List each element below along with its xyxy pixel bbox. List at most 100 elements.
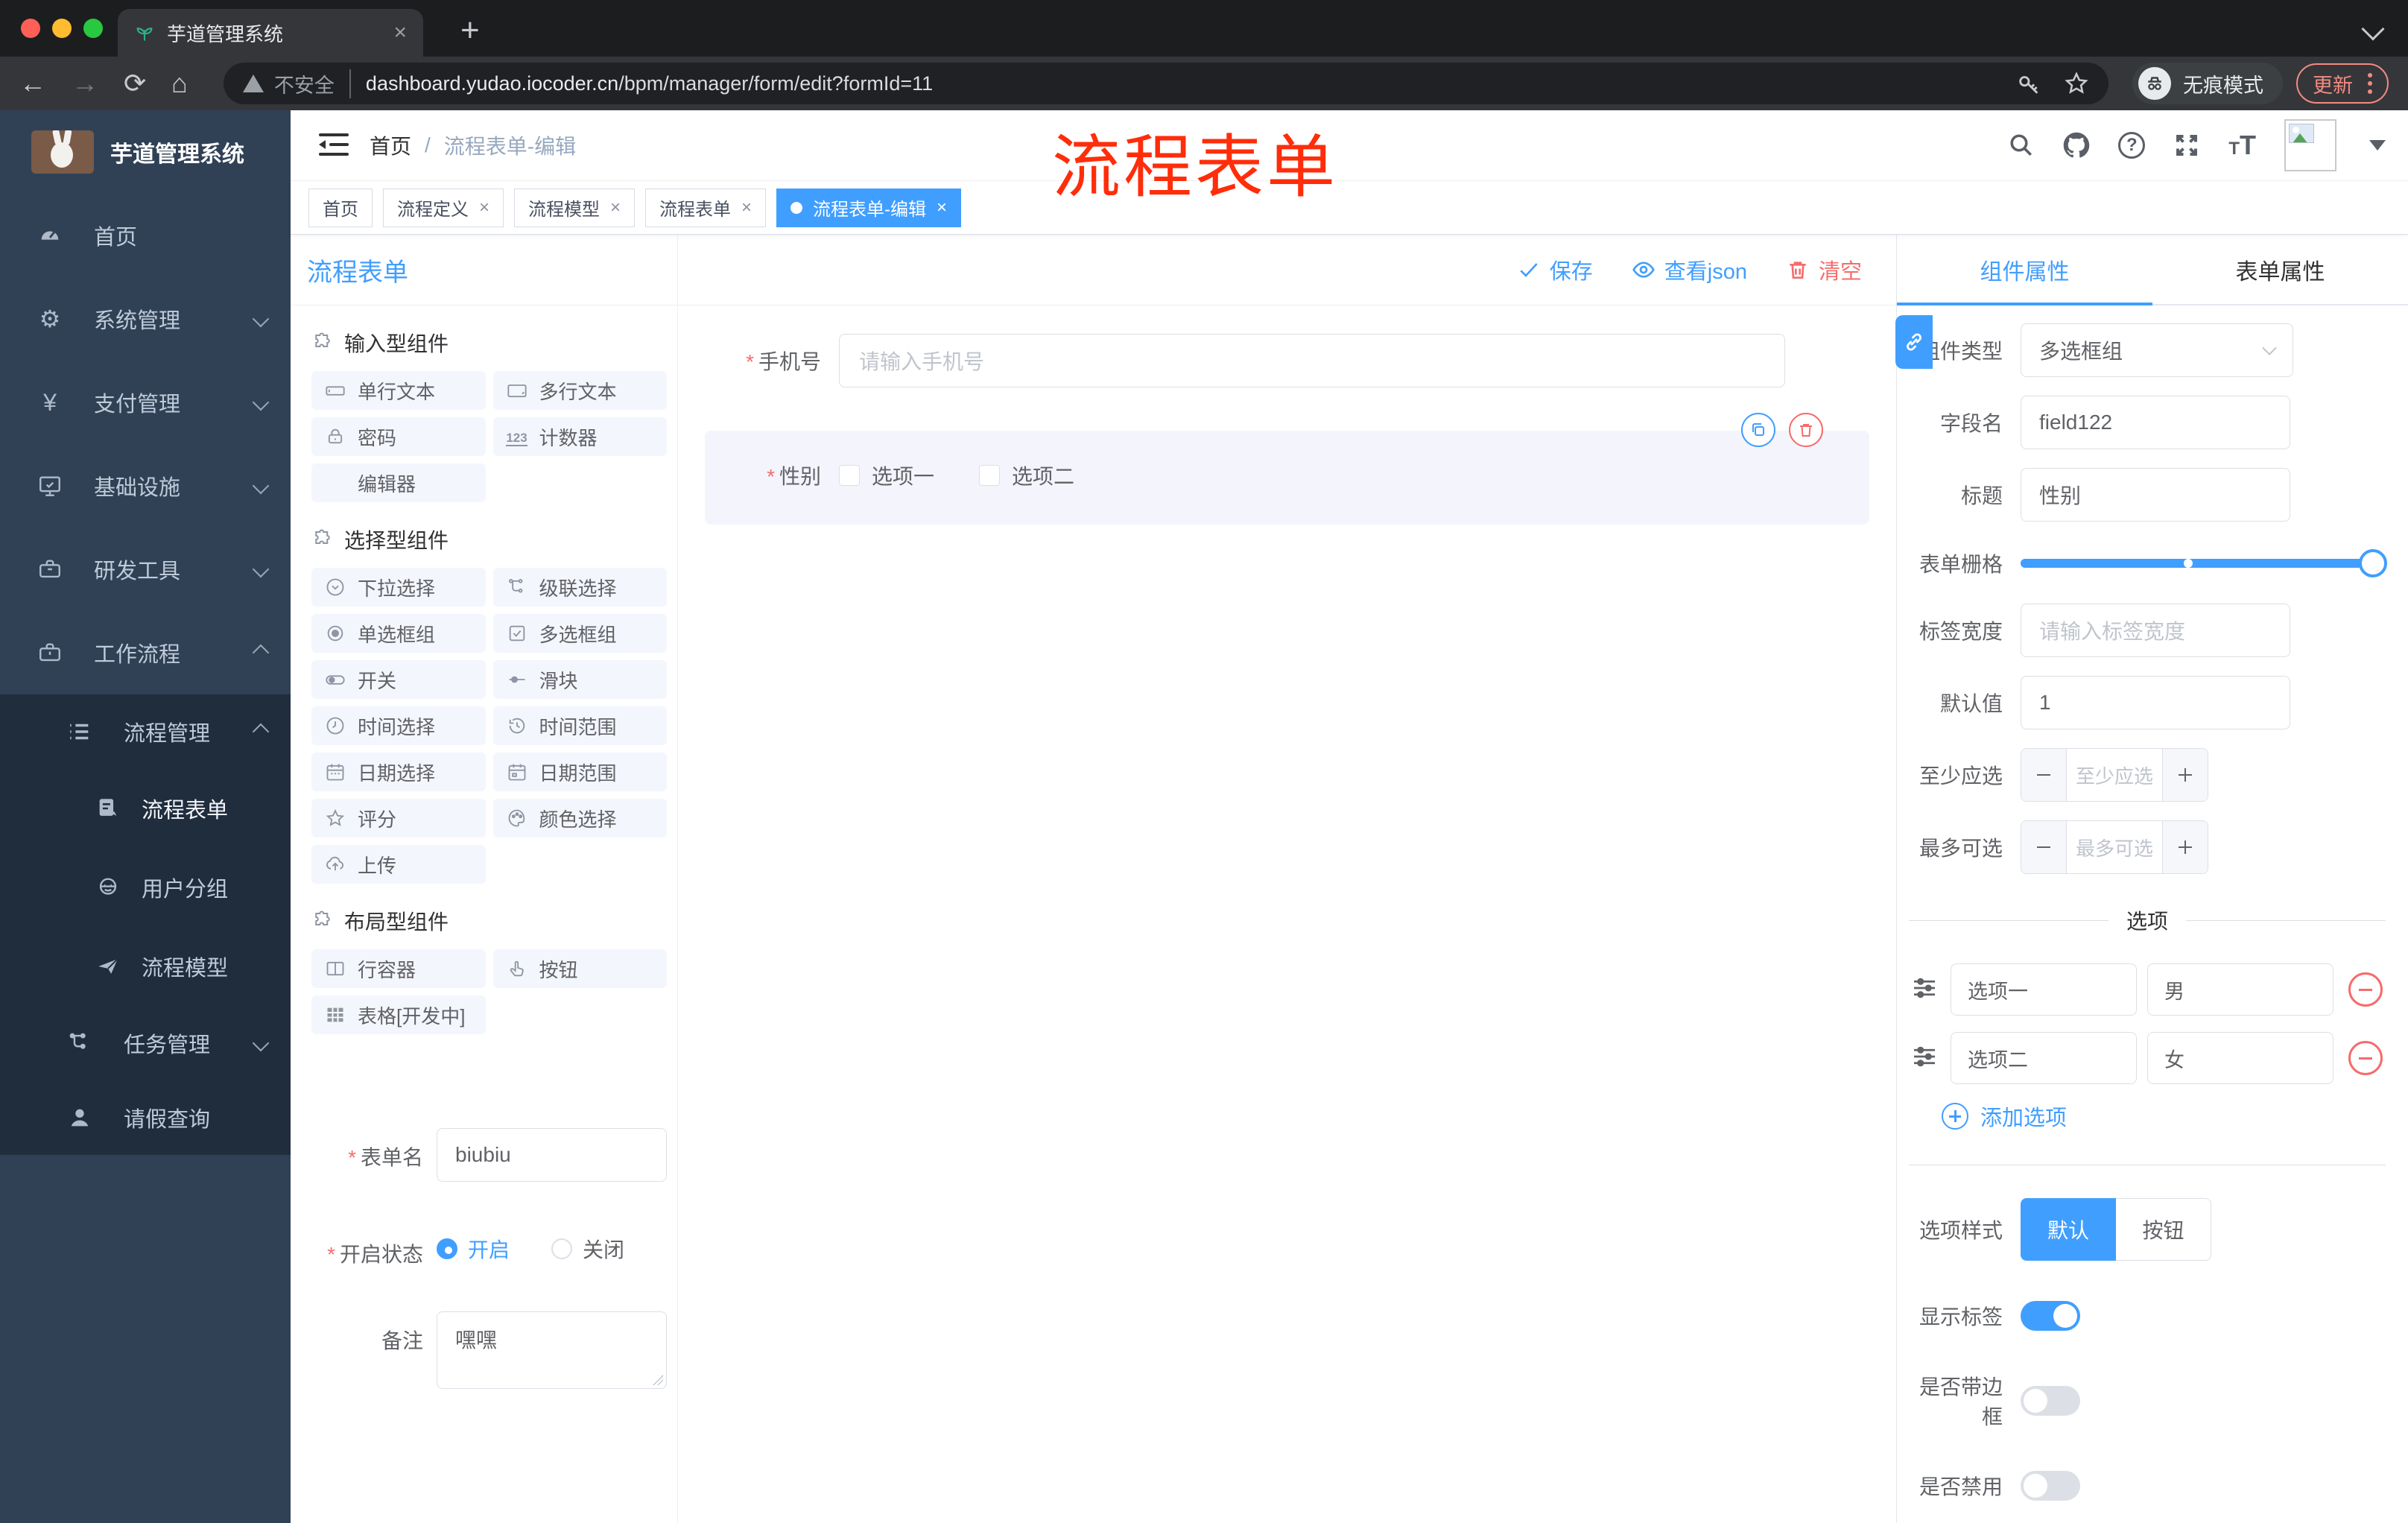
tag-process-definition[interactable]: 流程定义 ×: [383, 188, 504, 227]
gender-option-2[interactable]: 选项二: [979, 460, 1074, 490]
canvas-body[interactable]: * 手机号 请输入手机号 * 性别 选项一 选项二: [678, 305, 1896, 1523]
tab-form-props[interactable]: 表单属性: [2152, 235, 2408, 304]
bookmark-star-icon[interactable]: [2064, 71, 2089, 96]
remove-option-button[interactable]: [2348, 972, 2383, 1007]
field-name-input[interactable]: field122: [2021, 396, 2290, 449]
new-tab-button[interactable]: +: [460, 12, 480, 49]
sidebar-item-infrastructure[interactable]: 基础设施: [0, 444, 291, 528]
component-item-time-picker[interactable]: 时间选择: [311, 706, 486, 745]
view-json-button[interactable]: 查看json: [1632, 254, 1747, 285]
component-item-color-picker[interactable]: 颜色选择: [492, 799, 667, 838]
search-icon[interactable]: [2008, 132, 2035, 159]
option-label-input[interactable]: 选项二: [1951, 1032, 2137, 1084]
sidebar-item-workflow[interactable]: 工作流程: [0, 611, 291, 694]
sidebar-item-system[interactable]: ⚙ 系统管理: [0, 277, 291, 361]
avatar-caret-icon[interactable]: [2369, 140, 2386, 151]
copy-widget-button[interactable]: [1741, 413, 1775, 447]
tag-process-form-edit[interactable]: 流程表单-编辑 ×: [776, 188, 962, 227]
gender-field-widget-selected[interactable]: * 性别 选项一 选项二: [705, 413, 1869, 525]
github-icon[interactable]: [2063, 132, 2090, 159]
sidebar-item-leave-query[interactable]: 请假查询: [0, 1080, 291, 1155]
plus-icon[interactable]: [2163, 821, 2208, 873]
address-bar[interactable]: 不安全 dashboard.yudao.iocoder.cn/bpm/manag…: [223, 63, 2108, 104]
reload-icon[interactable]: ⟳: [124, 68, 146, 99]
help-icon[interactable]: ?: [2118, 132, 2146, 159]
tab-close-icon[interactable]: ×: [393, 22, 407, 44]
border-toggle[interactable]: [2021, 1386, 2080, 1416]
gender-option-1[interactable]: 选项一: [839, 460, 934, 490]
phone-field-widget[interactable]: * 手机号 请输入手机号: [705, 334, 1869, 387]
component-item-radio-group[interactable]: 单选框组: [311, 614, 486, 653]
form-grid-slider[interactable]: [2021, 549, 2387, 577]
back-icon[interactable]: ←: [19, 68, 46, 99]
style-default-button[interactable]: 默认: [2021, 1198, 2116, 1261]
browser-update-button[interactable]: 更新: [2296, 63, 2389, 104]
plus-icon[interactable]: [2163, 749, 2208, 801]
save-button[interactable]: 保存: [1517, 254, 1593, 285]
tag-close-icon[interactable]: ×: [741, 198, 752, 217]
zoom-window-button[interactable]: [83, 19, 103, 38]
phone-input[interactable]: 请输入手机号: [839, 334, 1785, 387]
checkbox-icon[interactable]: [979, 465, 1001, 486]
sidebar-item-user-groups[interactable]: 用户分组: [0, 848, 291, 927]
drag-handle-icon[interactable]: [1909, 1041, 1940, 1076]
home-icon[interactable]: ⌂: [171, 68, 188, 99]
sidebar-item-process-form[interactable]: 流程表单: [0, 769, 291, 848]
component-item-button[interactable]: 按钮: [492, 949, 667, 988]
sidebar-item-home[interactable]: 首页: [0, 194, 291, 277]
remove-option-button[interactable]: [2348, 1041, 2383, 1075]
forward-icon[interactable]: →: [72, 68, 98, 99]
drag-handle-icon[interactable]: [1909, 972, 1940, 1007]
collapse-sidebar-icon[interactable]: [319, 133, 349, 157]
option-label-input[interactable]: 选项一: [1951, 963, 2137, 1016]
sidebar-item-task-management[interactable]: 任务管理: [0, 1006, 291, 1080]
clear-button[interactable]: 清空: [1786, 254, 1862, 285]
sidebar-item-process-model[interactable]: 流程模型: [0, 927, 291, 1006]
sidebar-item-payment[interactable]: ¥ 支付管理: [0, 361, 291, 444]
component-item-counter[interactable]: 123 计数器: [492, 417, 667, 456]
avatar[interactable]: [2284, 119, 2336, 171]
component-item-switch[interactable]: 开关: [311, 660, 486, 699]
checkbox-icon[interactable]: [839, 465, 860, 486]
sidebar-item-process-management[interactable]: 流程管理: [0, 694, 291, 769]
password-key-icon[interactable]: [2016, 71, 2041, 96]
min-select-value[interactable]: 至少应选: [2066, 749, 2163, 801]
form-remark-textarea[interactable]: 嘿嘿: [437, 1311, 667, 1389]
tab-component-props[interactable]: 组件属性: [1897, 235, 2152, 305]
tag-close-icon[interactable]: ×: [479, 198, 489, 217]
tab-search-caret-icon[interactable]: [2361, 17, 2385, 41]
option-value-input[interactable]: 女: [2147, 1032, 2333, 1084]
component-item-single-line-text[interactable]: 单行文本: [311, 371, 486, 410]
tag-home[interactable]: 首页: [308, 188, 373, 227]
slider-handle[interactable]: [2359, 549, 2387, 577]
component-item-date-range[interactable]: 日期范围: [492, 753, 667, 791]
component-item-select[interactable]: 下拉选择: [311, 568, 486, 607]
component-item-rate[interactable]: 评分: [311, 799, 486, 838]
show-label-toggle[interactable]: [2021, 1301, 2080, 1331]
component-item-cascader[interactable]: 级联选择: [492, 568, 667, 607]
fullscreen-icon[interactable]: [2173, 132, 2200, 159]
style-button-button[interactable]: 按钮: [2116, 1198, 2211, 1261]
label-width-input[interactable]: 请输入标签宽度: [2021, 604, 2290, 657]
component-item-time-range[interactable]: 时间范围: [492, 706, 667, 745]
component-item-editor[interactable]: 编辑器: [311, 463, 486, 502]
browser-menu-icon[interactable]: [2368, 73, 2372, 94]
breadcrumb-home[interactable]: 首页: [370, 130, 411, 160]
option-value-input[interactable]: 男: [2147, 963, 2333, 1016]
component-type-select[interactable]: 多选框组: [2021, 323, 2293, 377]
minus-icon[interactable]: [2021, 749, 2066, 801]
minimize-window-button[interactable]: [52, 19, 72, 38]
max-select-value[interactable]: 最多可选: [2066, 821, 2163, 873]
delete-widget-button[interactable]: [1789, 413, 1823, 447]
component-item-checkbox-group[interactable]: 多选框组: [492, 614, 667, 653]
browser-tab[interactable]: 芋道管理系统 ×: [118, 9, 423, 57]
title-input[interactable]: 性别: [2021, 468, 2290, 522]
component-item-table[interactable]: 表格[开发中]: [311, 995, 486, 1034]
tag-process-model[interactable]: 流程模型 ×: [514, 188, 636, 227]
disabled-toggle[interactable]: [2021, 1471, 2080, 1501]
sidebar-item-devtools[interactable]: 研发工具: [0, 528, 291, 611]
component-item-multi-line-text[interactable]: 多行文本: [492, 371, 667, 410]
add-option-button[interactable]: 添加选项: [1942, 1101, 2386, 1132]
component-item-date-picker[interactable]: 日期选择: [311, 753, 486, 791]
component-item-upload[interactable]: 上传: [311, 845, 486, 884]
